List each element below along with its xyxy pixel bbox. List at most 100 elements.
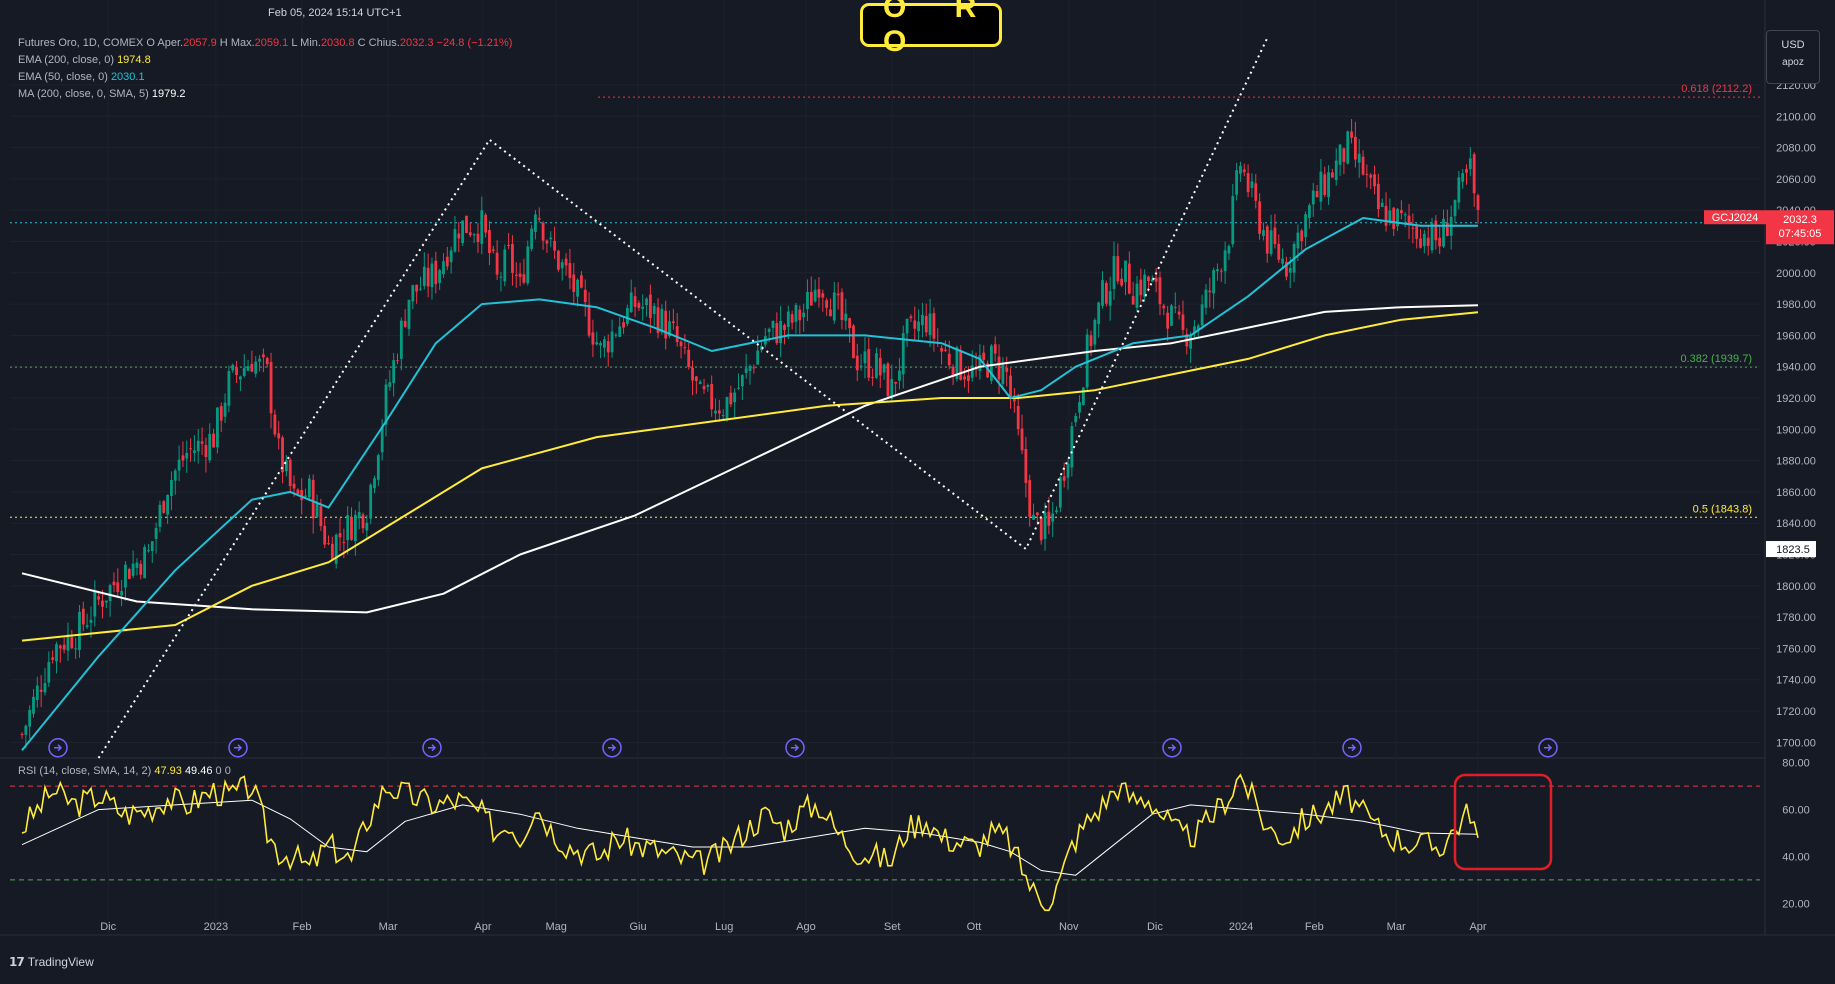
candle-body[interactable]	[185, 452, 189, 459]
candle-body[interactable]	[445, 256, 449, 267]
candle-body[interactable]	[1411, 227, 1415, 229]
candle-body[interactable]	[683, 347, 687, 349]
candle-body[interactable]	[311, 479, 315, 519]
candle-body[interactable]	[587, 304, 591, 336]
candle-body[interactable]	[357, 512, 361, 519]
candle-body[interactable]	[330, 543, 334, 560]
candle-body[interactable]	[633, 296, 637, 307]
candle-body[interactable]	[606, 341, 610, 353]
candle-body[interactable]	[1476, 195, 1480, 210]
candle-body[interactable]	[1143, 274, 1147, 298]
candle-body[interactable]	[127, 568, 131, 579]
candle-body[interactable]	[32, 696, 35, 714]
candle-body[interactable]	[898, 370, 901, 381]
candle-body[interactable]	[269, 361, 273, 414]
candle-body[interactable]	[1288, 268, 1292, 273]
candle-body[interactable]	[875, 353, 878, 378]
candle-body[interactable]	[1043, 512, 1047, 539]
candle-body[interactable]	[74, 648, 78, 650]
candle-body[interactable]	[1242, 169, 1246, 173]
candle-body[interactable]	[1120, 278, 1124, 286]
candle-body[interactable]	[679, 341, 683, 347]
candle-body[interactable]	[522, 274, 526, 283]
candle-body[interactable]	[62, 644, 66, 650]
candle-body[interactable]	[1327, 172, 1330, 198]
candle-body[interactable]	[78, 611, 81, 651]
candle-body[interactable]	[170, 479, 173, 497]
candle-body[interactable]	[81, 608, 85, 625]
candle-body[interactable]	[1139, 279, 1143, 296]
candle-body[interactable]	[767, 328, 771, 333]
candle-body[interactable]	[1089, 335, 1093, 347]
candle-body[interactable]	[1438, 237, 1442, 247]
candle-body[interactable]	[1127, 263, 1131, 294]
candle-body[interactable]	[461, 220, 465, 244]
candle-body[interactable]	[1158, 277, 1162, 305]
candle-body[interactable]	[591, 332, 595, 345]
candle-body[interactable]	[1319, 171, 1323, 202]
candle-body[interactable]	[924, 316, 928, 333]
candle-body[interactable]	[246, 366, 250, 371]
candle-body[interactable]	[216, 407, 219, 448]
candle-body[interactable]	[752, 367, 756, 369]
candle-body[interactable]	[652, 305, 656, 315]
candle-body[interactable]	[1250, 181, 1254, 188]
candle-body[interactable]	[917, 321, 920, 332]
candle-body[interactable]	[1074, 415, 1078, 423]
candle-body[interactable]	[242, 368, 246, 376]
candle-body[interactable]	[534, 214, 537, 232]
candle-body[interactable]	[70, 637, 74, 648]
candle-body[interactable]	[921, 314, 924, 326]
ema50-row[interactable]: EMA (50, close, 0) 2030.1	[18, 69, 512, 86]
ohlc-row[interactable]: Futures Oro, 1D, COMEX O Aper.2057.9 H M…	[18, 35, 512, 52]
candle-body[interactable]	[227, 370, 231, 406]
candle-body[interactable]	[472, 234, 476, 236]
candle-body[interactable]	[58, 645, 62, 649]
candle-body[interactable]	[261, 354, 265, 358]
candle-body[interactable]	[323, 525, 327, 545]
candle-body[interactable]	[691, 367, 694, 381]
candle-body[interactable]	[1016, 405, 1020, 429]
candle-body[interactable]	[43, 683, 47, 693]
candle-body[interactable]	[855, 355, 859, 371]
candle-body[interactable]	[1219, 270, 1223, 272]
candle-body[interactable]	[1468, 158, 1472, 170]
candle-body[interactable]	[771, 320, 775, 328]
candle-body[interactable]	[844, 313, 848, 321]
candle-body[interactable]	[1277, 243, 1281, 260]
candle-body[interactable]	[468, 232, 472, 236]
price-chart[interactable]: 1700.00 1720.00 1740.00 1760.00 1780.00 1800.…	[0, 0, 1835, 979]
candle-body[interactable]	[1039, 517, 1043, 541]
candle-body[interactable]	[342, 541, 346, 543]
candle-body[interactable]	[1189, 335, 1193, 349]
candle-body[interactable]	[1212, 270, 1216, 294]
candle-body[interactable]	[131, 563, 135, 576]
rsi-legend[interactable]: RSI (14, close, SMA, 14, 2) 47.93 49.46 …	[18, 765, 231, 777]
candle-body[interactable]	[871, 376, 875, 378]
candle-body[interactable]	[177, 459, 181, 471]
candle-body[interactable]	[675, 326, 679, 343]
candle-body[interactable]	[20, 733, 24, 735]
candle-body[interactable]	[733, 392, 737, 403]
candle-body[interactable]	[376, 455, 380, 480]
candle-body[interactable]	[1392, 207, 1396, 229]
candle-body[interactable]	[625, 308, 629, 325]
candle-body[interactable]	[1430, 223, 1434, 251]
candle-body[interactable]	[239, 376, 242, 380]
candle-body[interactable]	[1051, 513, 1055, 522]
candle-body[interactable]	[139, 563, 143, 575]
candle-body[interactable]	[740, 375, 744, 387]
candle-body[interactable]	[553, 240, 556, 251]
candle-body[interactable]	[181, 455, 185, 461]
candle-body[interactable]	[1258, 201, 1261, 234]
candle-body[interactable]	[867, 349, 871, 378]
candle-body[interactable]	[258, 358, 261, 362]
candle-body[interactable]	[1350, 131, 1353, 138]
candle-body[interactable]	[798, 309, 802, 321]
candle-body[interactable]	[1419, 238, 1422, 248]
candle-body[interactable]	[430, 263, 434, 288]
candle-body[interactable]	[671, 321, 675, 324]
candle-body[interactable]	[1070, 426, 1074, 468]
candle-body[interactable]	[411, 285, 415, 302]
candle-body[interactable]	[300, 490, 304, 501]
